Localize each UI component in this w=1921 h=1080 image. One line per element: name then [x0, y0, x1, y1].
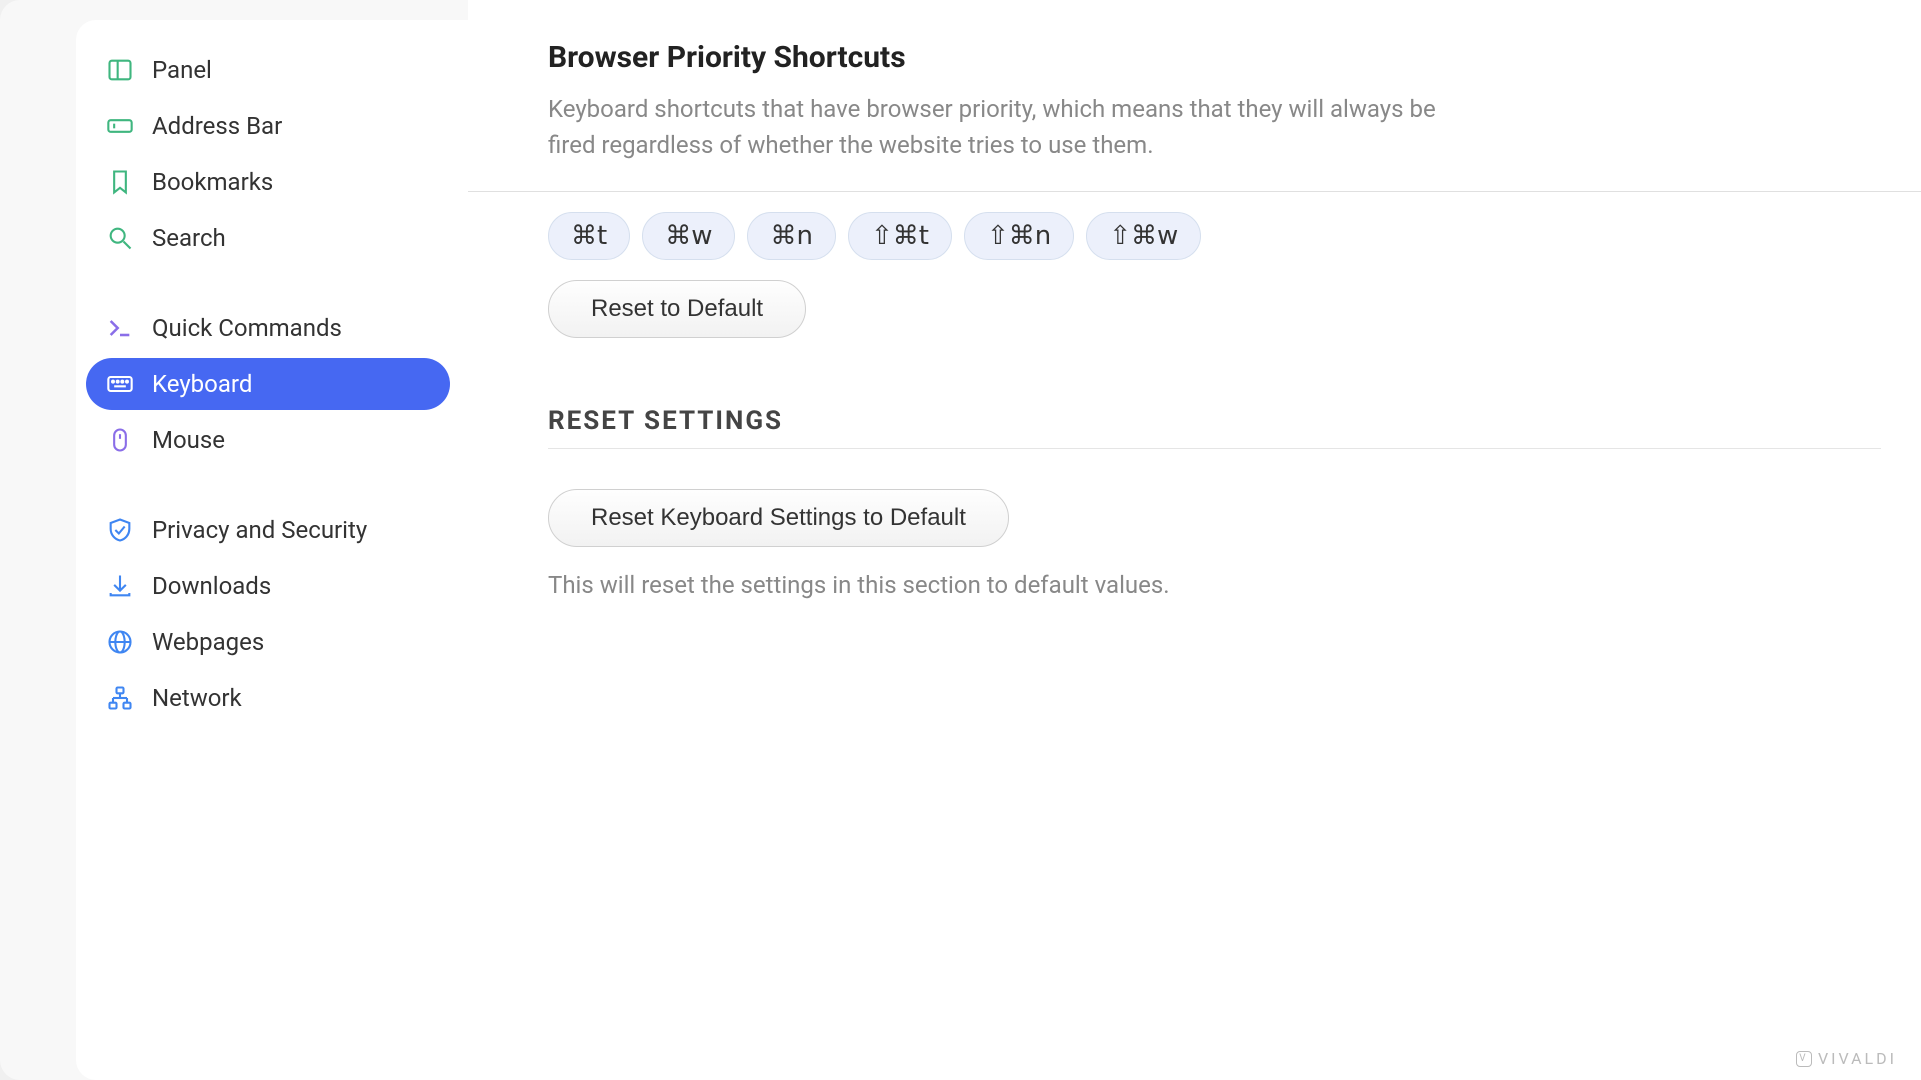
sidebar-item-mouse[interactable]: Mouse [86, 414, 450, 466]
sidebar-item-label: Keyboard [152, 370, 252, 398]
shortcut-pill[interactable]: ⌘w [642, 212, 735, 260]
network-icon [106, 684, 134, 712]
sidebar-item-label: Panel [152, 56, 212, 84]
sidebar-item-privacy[interactable]: Privacy and Security [86, 504, 450, 556]
sidebar-item-quickcommands[interactable]: Quick Commands [86, 302, 450, 354]
sidebar-spacer [76, 470, 468, 500]
download-icon [106, 572, 134, 600]
divider [468, 191, 1921, 192]
sidebar-inner: Panel Address Bar Bookmarks Search [76, 20, 468, 1080]
vivaldi-icon: V [1796, 1051, 1812, 1067]
divider [548, 448, 1881, 449]
sidebar-spacer [76, 268, 468, 298]
addressbar-icon [106, 112, 134, 140]
sidebar-item-panel[interactable]: Panel [86, 44, 450, 96]
sidebar-item-label: Quick Commands [152, 314, 342, 342]
bookmark-icon [106, 168, 134, 196]
shortcut-pill[interactable]: ⇧⌘n [964, 212, 1074, 260]
sidebar-item-label: Webpages [152, 628, 264, 656]
reset-keyboard-settings-button[interactable]: Reset Keyboard Settings to Default [548, 489, 1009, 547]
shortcut-pill[interactable]: ⇧⌘t [848, 212, 952, 260]
sidebar-item-label: Search [152, 224, 226, 252]
reset-shortcuts-button[interactable]: Reset to Default [548, 280, 806, 338]
sidebar-item-webpages[interactable]: Webpages [86, 616, 450, 668]
keyboard-icon [106, 370, 134, 398]
priority-shortcuts-title: Browser Priority Shortcuts [548, 40, 1881, 75]
shield-icon [106, 516, 134, 544]
shortcut-pill[interactable]: ⌘n [747, 212, 835, 260]
sidebar: Panel Address Bar Bookmarks Search [0, 0, 468, 1080]
main-content: Browser Priority Shortcuts Keyboard shor… [468, 0, 1921, 1080]
shortcut-pill[interactable]: ⌘t [548, 212, 630, 260]
sidebar-item-keyboard[interactable]: Keyboard [86, 358, 450, 410]
sidebar-item-downloads[interactable]: Downloads [86, 560, 450, 612]
sidebar-item-label: Address Bar [152, 112, 282, 140]
sidebar-item-label: Network [152, 684, 242, 712]
sidebar-item-bookmarks[interactable]: Bookmarks [86, 156, 450, 208]
sidebar-item-label: Privacy and Security [152, 516, 367, 544]
panel-icon [106, 56, 134, 84]
shortcut-pill[interactable]: ⇧⌘w [1086, 212, 1201, 260]
settings-window: Panel Address Bar Bookmarks Search [0, 0, 1921, 1080]
globe-icon [106, 628, 134, 656]
sidebar-item-label: Downloads [152, 572, 271, 600]
sidebar-item-addressbar[interactable]: Address Bar [86, 100, 450, 152]
priority-shortcuts-desc: Keyboard shortcuts that have browser pri… [548, 91, 1448, 163]
mouse-icon [106, 426, 134, 454]
sidebar-item-network[interactable]: Network [86, 672, 450, 724]
reset-settings-note: This will reset the settings in this sec… [548, 571, 1881, 599]
brand-label: V VIVALDI [1796, 1049, 1897, 1068]
sidebar-item-search[interactable]: Search [86, 212, 450, 264]
search-icon [106, 224, 134, 252]
sidebar-item-label: Mouse [152, 426, 225, 454]
shortcuts-list: ⌘t ⌘w ⌘n ⇧⌘t ⇧⌘n ⇧⌘w [548, 212, 1881, 260]
sidebar-item-label: Bookmarks [152, 168, 273, 196]
reset-settings-header: RESET SETTINGS [548, 406, 1881, 436]
quickcommands-icon [106, 314, 134, 342]
brand-text: VIVALDI [1818, 1049, 1897, 1068]
